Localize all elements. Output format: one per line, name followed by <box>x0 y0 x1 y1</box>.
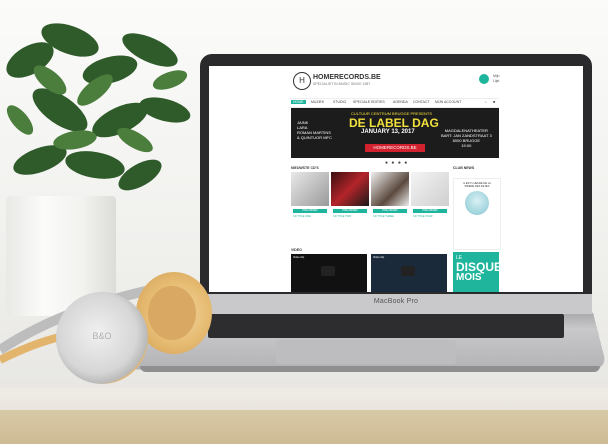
disque-line3: MOIS <box>456 272 482 283</box>
album-cover[interactable] <box>411 172 449 206</box>
site-header: H HOMERECORDS.BE SPECIALIST IN MUSIC SIN… <box>209 66 583 96</box>
desk-edge <box>0 410 608 444</box>
snow-globe-image <box>465 191 489 216</box>
trackpad <box>276 340 456 364</box>
section-title-side: CLUB NEWS <box>453 166 475 170</box>
banner-logo: HOMERECORDS.BE <box>365 144 425 152</box>
plant-leaves <box>6 23 191 191</box>
product-tile[interactable]: PRE-ORDER CD TITLE FOUR <box>411 172 449 232</box>
preorder-button[interactable]: PRE-ORDER <box>333 209 367 213</box>
hero-banner[interactable]: JAINK LARA ROMAN MARTINS & QUINTUOR MFC … <box>291 108 499 158</box>
headphone-logo: B&O <box>92 331 112 341</box>
disque-du-mois-card[interactable]: LE DISQUE MOIS <box>453 252 502 292</box>
laptop-scene: MacBook Pro H HOMERECORDS.BE SPECIALIST … <box>0 0 608 444</box>
laptop-brand-label: MacBook Pro <box>373 298 419 305</box>
banner-date: JANUARY 13, 2017 <box>361 129 415 135</box>
section-title-new: NIEUWSTE CD'S <box>291 166 319 170</box>
carousel-dots[interactable]: ● ● ● ● <box>385 160 408 166</box>
product-tile[interactable]: PRE-ORDER CD TITLE ONE <box>291 172 329 232</box>
product-tile[interactable]: PRE-ORDER CD TITLE TWO <box>331 172 369 232</box>
search-icon[interactable]: ⌕ <box>485 100 487 104</box>
play-icon[interactable] <box>401 266 415 276</box>
site-logo-subtitle: SPECIALIST IN MUSIC SINCE 1987 <box>313 82 371 86</box>
preorder-button[interactable]: PRE-ORDER <box>413 209 447 213</box>
nav-speciale-edities[interactable]: SPECIALE EDITIES <box>353 100 385 104</box>
preorder-button[interactable]: PRE-ORDER <box>373 209 407 213</box>
banner-venue: MAGDALENATHEATER BART: JAN ZANDSTRAAT 3 … <box>441 128 492 148</box>
nav-account[interactable]: MIJN ACCOUNT <box>435 100 461 104</box>
website: H HOMERECORDS.BE SPECIALIST IN MUSIC SIN… <box>209 66 583 292</box>
banner-artists: JAINK LARA ROMAN MARTINS & QUINTUOR MFC <box>297 120 332 140</box>
side-card-text: IL EST L'HEURE DE LA PRIERE DES FETES <box>463 182 491 189</box>
album-cover[interactable] <box>291 172 329 206</box>
keyboard <box>208 314 564 338</box>
account-links[interactable]: Mijn Lijst <box>493 74 499 83</box>
product-tile[interactable]: PRE-ORDER CD TITLE THREE <box>371 172 409 232</box>
site-logo-text[interactable]: HOMERECORDS.BE <box>313 74 381 81</box>
headphone-cushion <box>148 286 196 340</box>
product-caption[interactable]: CD TITLE FOUR <box>413 215 447 218</box>
cart-icon[interactable] <box>479 74 489 84</box>
nav-muziek[interactable]: MUZIEK <box>311 100 324 104</box>
product-caption[interactable]: CD TITLE ONE <box>293 215 327 218</box>
product-caption[interactable]: CD TITLE TWO <box>333 215 367 218</box>
logo-mark[interactable]: H <box>293 72 311 90</box>
album-cover[interactable] <box>331 172 369 206</box>
main-nav: HOME MUZIEK STUDIO SPECIALE EDITIES AGEN… <box>289 98 499 108</box>
banner-title: DE LABEL DAG <box>349 116 439 130</box>
cart-small-icon[interactable]: ■ <box>493 100 495 104</box>
video-player[interactable]: Video clip <box>291 254 367 292</box>
nav-contact[interactable]: CONTACT <box>413 100 430 104</box>
product-caption[interactable]: CD TITLE THREE <box>373 215 407 218</box>
section-title-video: VIDEO <box>291 248 302 252</box>
play-icon[interactable] <box>321 266 335 276</box>
preorder-button[interactable]: PRE-ORDER <box>293 209 327 213</box>
video-title[interactable]: Video clip <box>291 254 367 261</box>
nav-studio[interactable]: STUDIO <box>333 100 346 104</box>
nav-agenda[interactable]: AGENDA <box>393 100 408 104</box>
side-card[interactable]: IL EST L'HEURE DE LA PRIERE DES FETES <box>453 178 501 250</box>
video-title[interactable]: Video clip <box>371 254 447 261</box>
nav-home[interactable]: HOME <box>291 100 306 104</box>
list-link[interactable]: Lijst <box>493 79 499 84</box>
album-cover[interactable] <box>371 172 409 206</box>
account-link[interactable]: Mijn <box>493 74 499 79</box>
laptop-screen: H HOMERECORDS.BE SPECIALIST IN MUSIC SIN… <box>209 66 583 292</box>
video-player[interactable]: Video clip <box>371 254 447 292</box>
